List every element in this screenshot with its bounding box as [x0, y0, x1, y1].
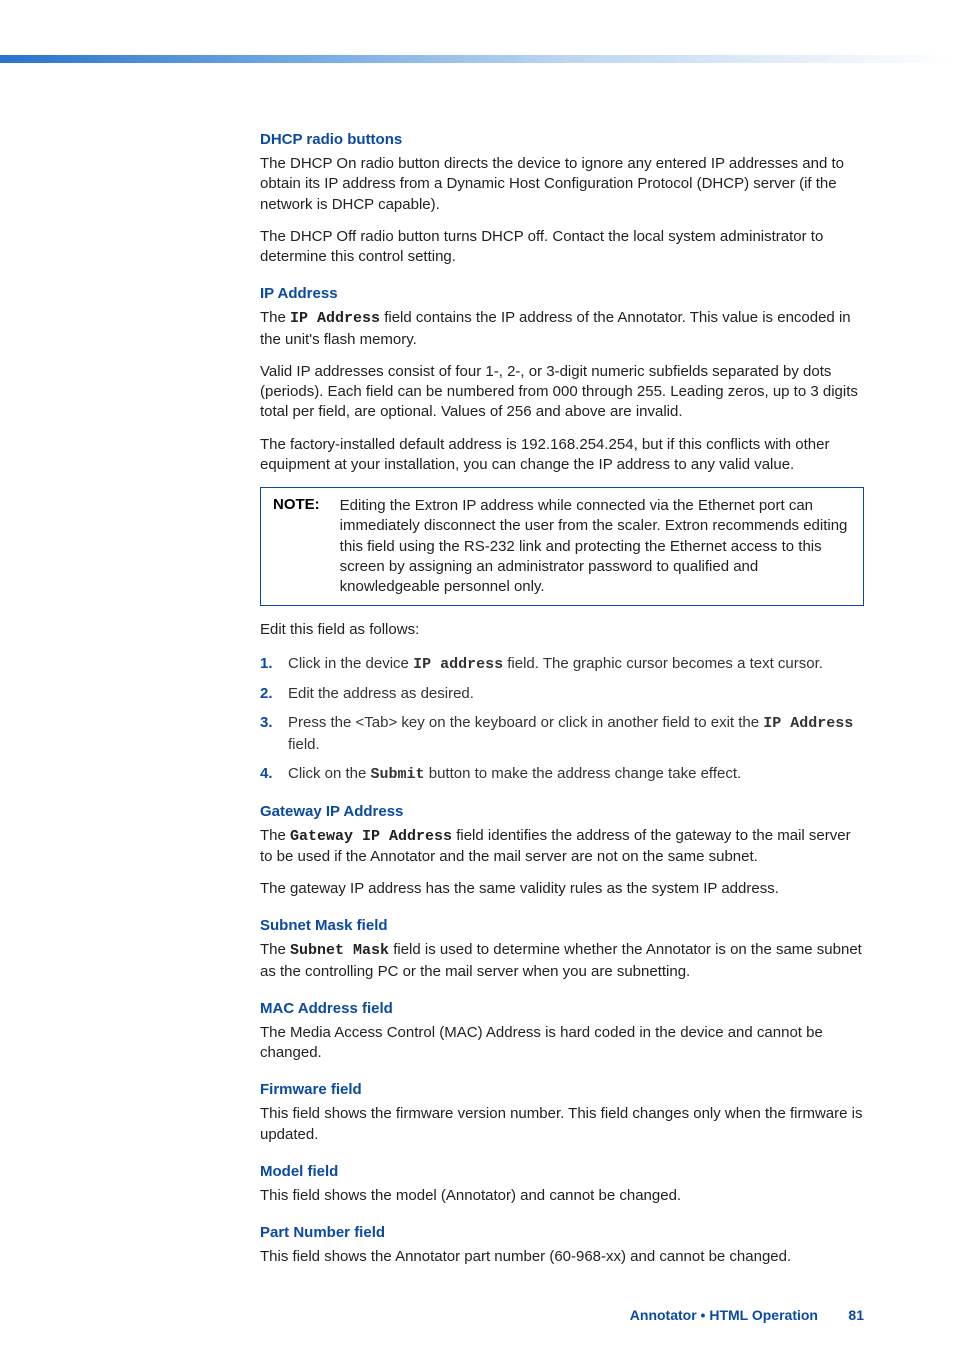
heading-gateway: Gateway IP Address: [260, 803, 864, 820]
heading-dhcp: DHCP radio buttons: [260, 131, 864, 148]
text-fragment: The: [260, 941, 290, 958]
code-ip-address: IP Address: [290, 310, 380, 327]
para-ip-1: The IP Address field contains the IP add…: [260, 308, 864, 350]
text-fragment: Click in the device: [288, 655, 413, 672]
step-3: Press the <Tab> key on the keyboard or c…: [260, 712, 864, 755]
footer-title: Annotator • HTML Operation: [630, 1307, 818, 1323]
text-fragment: The: [260, 309, 290, 326]
para-mac-1: The Media Access Control (MAC) Address i…: [260, 1023, 864, 1064]
para-subnet-1: The Subnet Mask field is used to determi…: [260, 940, 864, 982]
para-firmware-1: This field shows the firmware version nu…: [260, 1104, 864, 1145]
para-dhcp-2: The DHCP Off radio button turns DHCP off…: [260, 227, 864, 268]
para-dhcp-1: The DHCP On radio button directs the dev…: [260, 154, 864, 215]
step-1: Click in the device IP address field. Th…: [260, 653, 864, 675]
note-label: NOTE:: [273, 496, 320, 597]
code-ip-address-lc: IP address: [413, 656, 503, 673]
note-box: NOTE: Editing the Extron IP address whil…: [260, 487, 864, 606]
heading-firmware: Firmware field: [260, 1081, 864, 1098]
text-fragment: Press the <Tab> key on the keyboard or c…: [288, 714, 763, 731]
page-footer: Annotator • HTML Operation 81: [260, 1307, 864, 1325]
header-gradient-bar: [0, 55, 954, 63]
text-fragment: The: [260, 827, 290, 844]
footer-page-number: 81: [848, 1307, 864, 1323]
para-gateway-2: The gateway IP address has the same vali…: [260, 879, 864, 899]
heading-subnet: Subnet Mask field: [260, 917, 864, 934]
step-2: Edit the address as desired.: [260, 683, 864, 704]
code-subnet-mask: Subnet Mask: [290, 942, 389, 959]
text-fragment: field. The graphic cursor becomes a text…: [503, 655, 823, 672]
para-ip-3: The factory-installed default address is…: [260, 435, 864, 476]
text-fragment: button to make the address change take e…: [425, 765, 742, 782]
code-submit: Submit: [371, 766, 425, 783]
page-content: DHCP radio buttons The DHCP On radio but…: [0, 63, 954, 1355]
para-ip-4: Edit this field as follows:: [260, 620, 864, 640]
text-fragment: field.: [288, 736, 320, 753]
code-gateway-ip: Gateway IP Address: [290, 828, 452, 845]
heading-ip: IP Address: [260, 285, 864, 302]
step-4: Click on the Submit button to make the a…: [260, 763, 864, 785]
note-text: Editing the Extron IP address while conn…: [340, 496, 851, 597]
steps-list: Click in the device IP address field. Th…: [260, 653, 864, 785]
para-gateway-1: The Gateway IP Address field identifies …: [260, 826, 864, 868]
heading-part: Part Number field: [260, 1224, 864, 1241]
text-fragment: Click on the: [288, 765, 371, 782]
para-part-1: This field shows the Annotator part numb…: [260, 1247, 864, 1267]
para-ip-2: Valid IP addresses consist of four 1-, 2…: [260, 362, 864, 423]
code-ip-address: IP Address: [763, 715, 853, 732]
heading-model: Model field: [260, 1163, 864, 1180]
para-model-1: This field shows the model (Annotator) a…: [260, 1186, 864, 1206]
heading-mac: MAC Address field: [260, 1000, 864, 1017]
